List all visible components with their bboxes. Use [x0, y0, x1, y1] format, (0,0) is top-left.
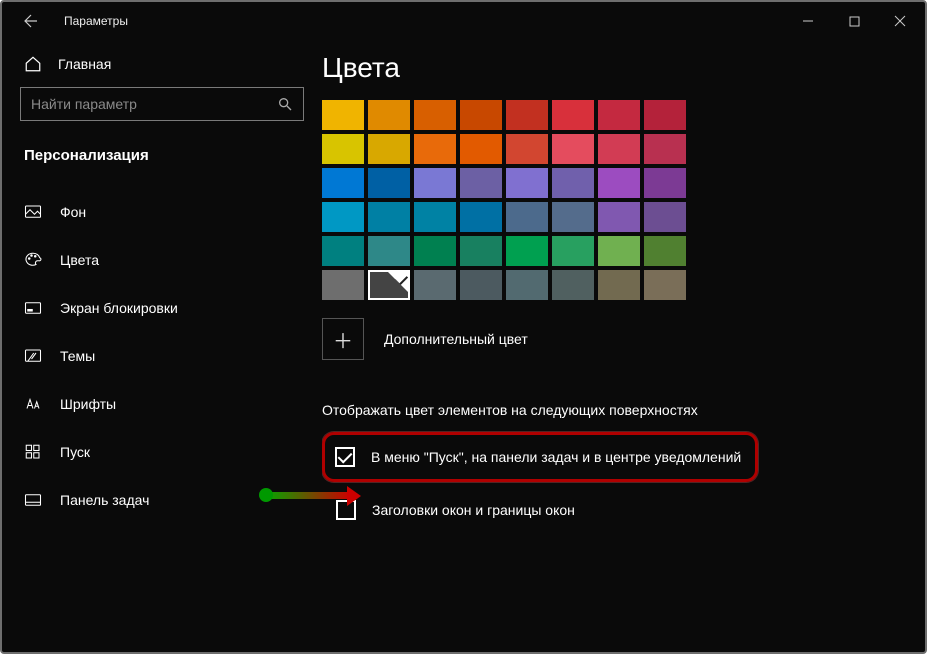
color-swatch[interactable] [414, 168, 456, 198]
nav-start[interactable]: Пуск [20, 430, 304, 474]
back-button[interactable] [16, 7, 44, 35]
maximize-button[interactable] [831, 6, 877, 36]
search-placeholder: Найти параметр [31, 96, 137, 112]
nav-label: Пуск [60, 444, 90, 460]
color-swatch[interactable] [322, 236, 364, 266]
color-swatch[interactable] [506, 270, 548, 300]
color-swatch[interactable] [598, 202, 640, 232]
color-swatch[interactable] [368, 202, 410, 232]
color-swatch[interactable] [322, 168, 364, 198]
color-swatch[interactable] [644, 236, 686, 266]
nav-label: Шрифты [60, 396, 116, 412]
highlighted-option: В меню "Пуск", на панели задач и в центр… [322, 432, 758, 482]
nav-lockscreen[interactable]: Экран блокировки [20, 286, 304, 330]
color-swatch[interactable] [552, 236, 594, 266]
search-input[interactable]: Найти параметр [20, 87, 304, 121]
color-swatch[interactable] [598, 270, 640, 300]
checkbox-icon [335, 447, 355, 467]
color-swatch[interactable] [644, 100, 686, 130]
color-swatch[interactable] [552, 100, 594, 130]
minimize-button[interactable] [785, 6, 831, 36]
nav-home[interactable]: Главная [20, 46, 304, 87]
color-swatch[interactable] [552, 134, 594, 164]
checkbox-start-taskbar[interactable]: В меню "Пуск", на панели задач и в центр… [335, 439, 741, 475]
settings-window: Параметры Главная Найти параметр Персона… [0, 0, 927, 654]
color-swatch[interactable] [506, 168, 548, 198]
surfaces-heading: Отображать цвет элементов на следующих п… [322, 402, 885, 418]
color-swatch[interactable] [598, 236, 640, 266]
color-swatch[interactable] [414, 202, 456, 232]
nav-label: Темы [60, 348, 95, 364]
checkbox-label: Заголовки окон и границы окон [372, 502, 575, 518]
nav-label: Экран блокировки [60, 300, 178, 316]
color-swatch[interactable] [368, 236, 410, 266]
color-swatch[interactable] [460, 168, 502, 198]
color-swatch[interactable] [460, 270, 502, 300]
color-swatch[interactable] [644, 134, 686, 164]
color-swatch[interactable] [460, 236, 502, 266]
section-heading: Персонализация [24, 147, 304, 164]
nav-label: Цвета [60, 252, 99, 268]
color-swatch[interactable] [322, 134, 364, 164]
sidebar: Главная Найти параметр Персонализация Фо… [2, 40, 322, 652]
color-swatch[interactable] [598, 100, 640, 130]
color-swatch[interactable] [414, 134, 456, 164]
color-swatch[interactable] [368, 270, 410, 300]
annotation-arrow [264, 492, 350, 499]
color-swatch[interactable] [322, 202, 364, 232]
color-swatch[interactable] [322, 270, 364, 300]
search-icon [277, 96, 293, 112]
window-title: Параметры [64, 14, 128, 28]
color-swatch[interactable] [460, 134, 502, 164]
color-swatch[interactable] [414, 270, 456, 300]
color-swatch[interactable] [460, 202, 502, 232]
color-swatch[interactable] [552, 168, 594, 198]
nav-background[interactable]: Фон [20, 190, 304, 234]
main-content: Цвета ＋ Дополнительный цвет Отображать ц… [322, 40, 925, 652]
color-swatch[interactable] [414, 236, 456, 266]
close-button[interactable] [877, 6, 923, 36]
color-swatch[interactable] [368, 168, 410, 198]
color-swatch-grid [322, 100, 692, 300]
color-swatch[interactable] [598, 134, 640, 164]
color-swatch[interactable] [506, 236, 548, 266]
nav-label: Панель задач [60, 492, 149, 508]
nav-fonts[interactable]: Шрифты [20, 382, 304, 426]
add-color-button[interactable]: ＋ [322, 318, 364, 360]
color-swatch[interactable] [644, 202, 686, 232]
nav-home-label: Главная [58, 56, 111, 72]
color-swatch[interactable] [552, 270, 594, 300]
color-swatch[interactable] [644, 168, 686, 198]
checkbox-titlebars[interactable]: Заголовки окон и границы окон [322, 492, 885, 528]
color-swatch[interactable] [506, 100, 548, 130]
nav-colors[interactable]: Цвета [20, 238, 304, 282]
title-bar: Параметры [2, 2, 925, 40]
color-swatch[interactable] [414, 100, 456, 130]
nav-themes[interactable]: Темы [20, 334, 304, 378]
page-title: Цвета [322, 52, 885, 84]
annotation-arrow-head [347, 486, 361, 506]
checkbox-label: В меню "Пуск", на панели задач и в центр… [371, 449, 741, 465]
add-color-label: Дополнительный цвет [384, 331, 528, 347]
color-swatch[interactable] [368, 134, 410, 164]
color-swatch[interactable] [322, 100, 364, 130]
nav-label: Фон [60, 204, 86, 220]
color-swatch[interactable] [552, 202, 594, 232]
color-swatch[interactable] [644, 270, 686, 300]
color-swatch[interactable] [598, 168, 640, 198]
color-swatch[interactable] [368, 100, 410, 130]
color-swatch[interactable] [460, 100, 502, 130]
color-swatch[interactable] [506, 134, 548, 164]
color-swatch[interactable] [506, 202, 548, 232]
